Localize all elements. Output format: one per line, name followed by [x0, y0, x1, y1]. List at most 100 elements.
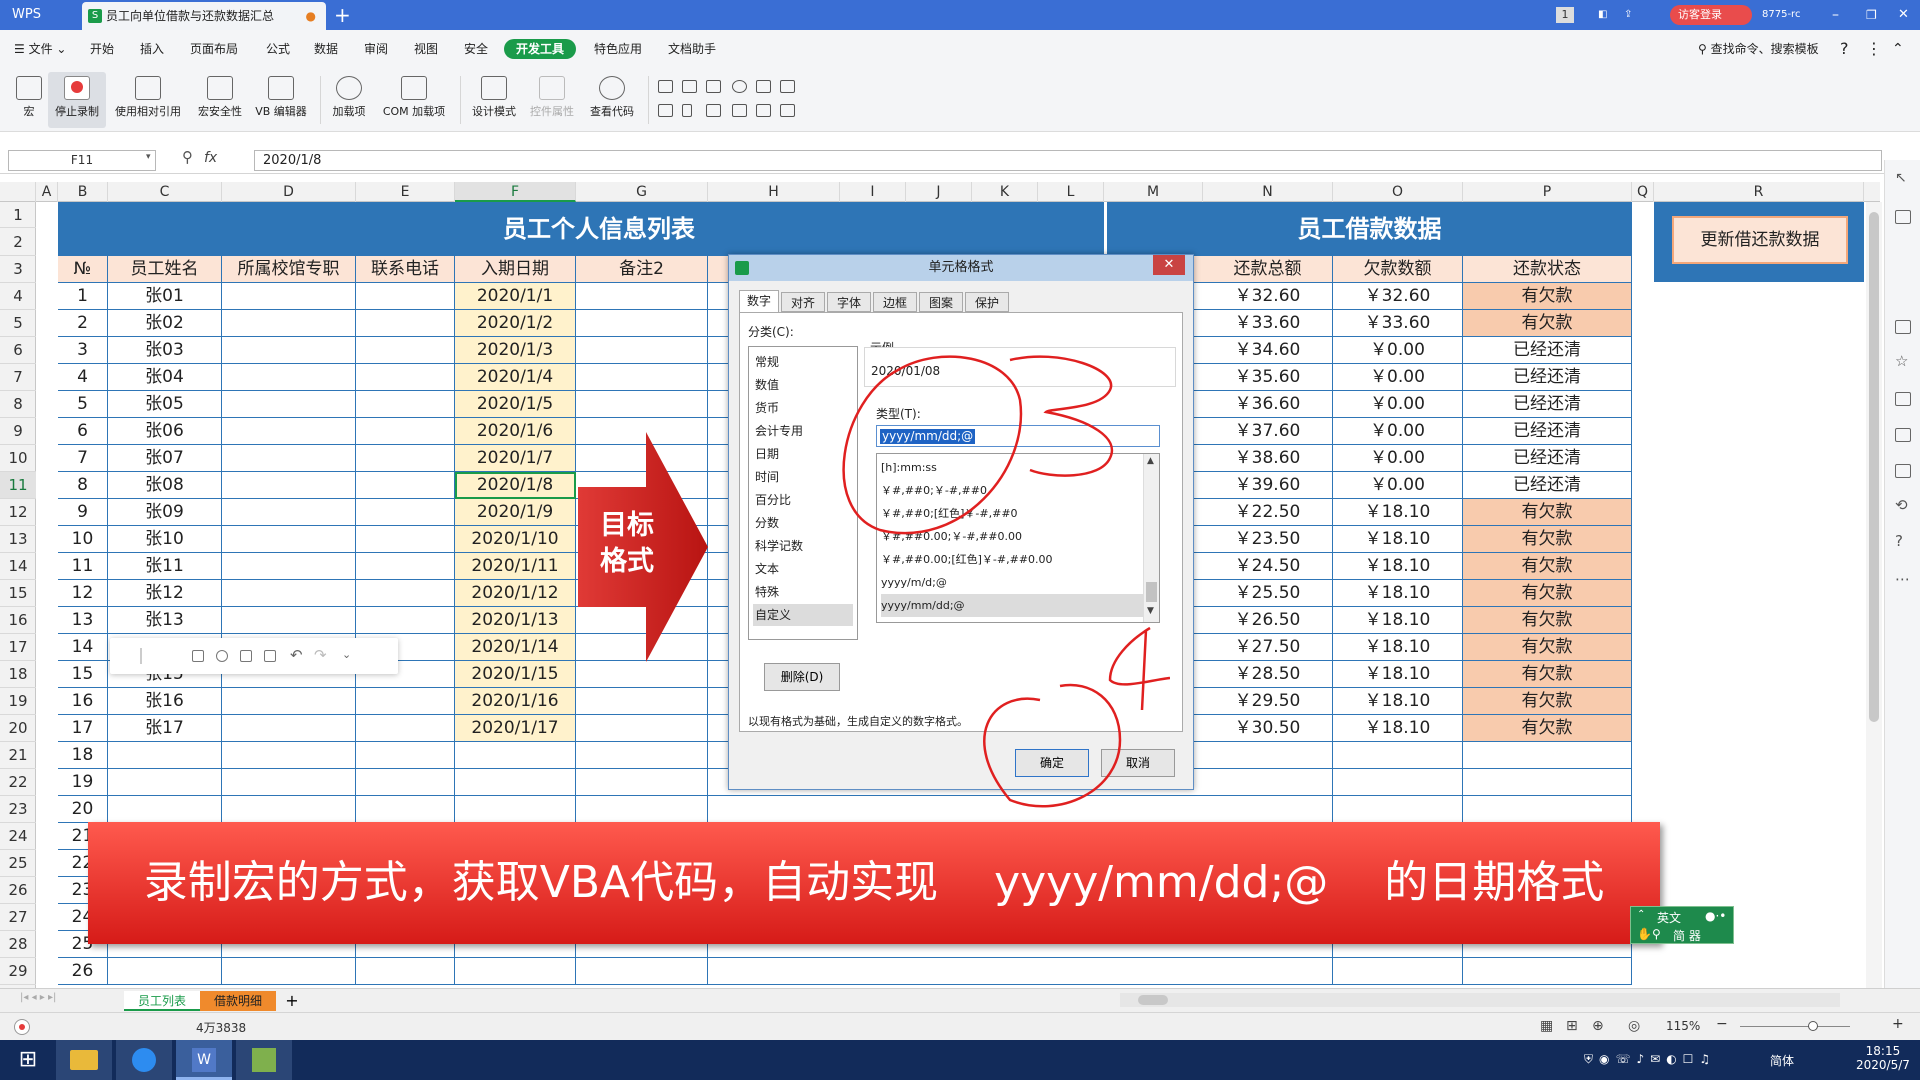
cell-empty[interactable] [1333, 742, 1463, 769]
cell-empty[interactable] [1463, 769, 1632, 796]
cell-empty[interactable] [108, 742, 222, 769]
cell-name[interactable]: 张04 [108, 364, 222, 391]
vb-editor-button[interactable]: VB 编辑器 [250, 72, 312, 128]
cell-status[interactable]: 有欠款 [1463, 526, 1632, 553]
minimize-icon[interactable]: – [1832, 0, 1839, 30]
column-title[interactable]: 欠款数额 [1333, 256, 1463, 283]
textbox-control-icon[interactable] [682, 80, 697, 93]
cell-total[interactable]: ￥23.50 [1203, 526, 1333, 553]
column-header[interactable]: O [1333, 182, 1463, 202]
cell-empty[interactable] [1463, 958, 1632, 985]
column-title[interactable]: 入期日期 [455, 256, 576, 283]
toolbar-grip[interactable] [140, 648, 142, 664]
cell-debt[interactable]: ￥0.00 [1333, 445, 1463, 472]
cell-no[interactable]: 16 [58, 688, 108, 715]
stop-recording-button[interactable]: 停止录制 [48, 72, 106, 128]
cell-empty[interactable] [222, 742, 356, 769]
taskbar-ime[interactable]: 简体 [1770, 1052, 1794, 1069]
image-side-icon[interactable] [1895, 464, 1911, 478]
horizontal-scrollbar[interactable] [1120, 993, 1840, 1007]
view-layout-icon[interactable]: ⊞ [1566, 1018, 1578, 1034]
cell-no[interactable]: 13 [58, 607, 108, 634]
formula-input[interactable]: 2020/1/8 [254, 150, 1882, 171]
column-title[interactable]: 所属校馆专职 [222, 256, 356, 283]
windows-start-icon[interactable]: ⊞ [0, 1040, 56, 1080]
login-button[interactable]: 访客登录 [1670, 5, 1752, 25]
cell-school[interactable] [222, 283, 356, 310]
cell-no[interactable]: 14 [58, 634, 108, 661]
skin-icon[interactable]: ◧ [1598, 0, 1607, 30]
row-header[interactable]: 1 [0, 202, 36, 228]
cell-empty[interactable] [1463, 742, 1632, 769]
name-box[interactable]: F11 [8, 150, 156, 171]
cell-name[interactable]: 张13 [108, 607, 222, 634]
cell-total[interactable]: ￥24.50 [1203, 553, 1333, 580]
cell-empty[interactable] [356, 958, 455, 985]
cell-note[interactable] [576, 661, 708, 688]
radio-control-icon[interactable] [732, 80, 747, 93]
tab-protection[interactable]: 保护 [965, 292, 1009, 312]
row-header[interactable]: 7 [0, 364, 36, 391]
new-tab-button[interactable]: + [334, 0, 351, 30]
menu-page-layout[interactable]: 页面布局 [190, 30, 238, 68]
cell-status[interactable]: 有欠款 [1463, 553, 1632, 580]
cell-phone[interactable] [356, 499, 455, 526]
row-header[interactable]: 15 [0, 580, 36, 607]
column-header[interactable]: B [58, 182, 108, 202]
sheet-title-employee-info[interactable]: 员工个人信息列表 [58, 202, 1140, 256]
cell-date[interactable]: 2020/1/4 [455, 364, 576, 391]
system-tray-icons[interactable]: ⛨◉☏♪✉◐☐♫ [1584, 1052, 1716, 1067]
view-code-button[interactable]: 查看代码 [584, 72, 640, 128]
addins-button[interactable]: 加载项 [328, 72, 370, 128]
row-header[interactable]: 26 [0, 877, 36, 904]
tab-border[interactable]: 边框 [873, 292, 917, 312]
column-header[interactable]: Q [1632, 182, 1654, 202]
cell-debt[interactable]: ￥0.00 [1333, 337, 1463, 364]
ime-expand-icon[interactable]: ⌃ [1637, 909, 1645, 920]
cell-school[interactable] [222, 553, 356, 580]
cell-date[interactable]: 2020/1/3 [455, 337, 576, 364]
cell-phone[interactable] [356, 688, 455, 715]
cell-debt[interactable]: ￥32.60 [1333, 283, 1463, 310]
update-loan-data-button[interactable]: 更新借还款数据 [1672, 216, 1848, 264]
column-header[interactable]: P [1463, 182, 1632, 202]
com-addins-button[interactable]: COM 加载项 [374, 72, 454, 128]
vertical-scroll-thumb[interactable] [1869, 212, 1879, 722]
scrollbar-control-icon[interactable] [682, 104, 692, 117]
row-header[interactable]: 5 [0, 310, 36, 337]
cell-school[interactable] [222, 472, 356, 499]
row-header[interactable]: 29 [0, 958, 36, 985]
row-header[interactable]: 12 [0, 499, 36, 526]
column-title[interactable]: 联系电话 [356, 256, 455, 283]
cell-phone[interactable] [356, 445, 455, 472]
cell-school[interactable] [222, 337, 356, 364]
zoom-in-icon[interactable]: + [1892, 1016, 1904, 1032]
search-command[interactable]: ⚲ 查找命令、搜索模板 [1698, 30, 1819, 68]
cell-debt[interactable]: ￥18.10 [1333, 634, 1463, 661]
ime-language[interactable]: 英文 [1657, 909, 1681, 926]
cell-note[interactable] [576, 391, 708, 418]
close-window-icon[interactable]: ✕ [1898, 0, 1909, 30]
row-header[interactable]: 17 [0, 634, 36, 661]
vertical-scrollbar[interactable] [1866, 202, 1882, 988]
cell-no[interactable]: 15 [58, 661, 108, 688]
horizontal-scroll-thumb[interactable] [1138, 995, 1168, 1005]
cell-date[interactable]: 2020/1/7 [455, 445, 576, 472]
menu-insert[interactable]: 插入 [140, 30, 164, 68]
sheet-title-loan-data[interactable]: 员工借款数据 [1104, 202, 1632, 256]
menu-security[interactable]: 安全 [464, 30, 488, 68]
cell-phone[interactable] [356, 337, 455, 364]
cell-note[interactable] [576, 337, 708, 364]
window-count-badge[interactable]: 1 [1556, 7, 1574, 23]
checkbox-control-icon[interactable] [658, 80, 673, 93]
cell-note[interactable] [576, 310, 708, 337]
cell-debt[interactable]: ￥0.00 [1333, 418, 1463, 445]
select-all-corner[interactable] [0, 182, 36, 202]
cell-no[interactable]: 19 [58, 769, 108, 796]
cell-status[interactable]: 有欠款 [1463, 283, 1632, 310]
column-header[interactable]: K [972, 182, 1038, 202]
cell-date[interactable]: 2020/1/10 [455, 526, 576, 553]
cell-name[interactable]: 张16 [108, 688, 222, 715]
column-title[interactable]: 还款总额 [1203, 256, 1333, 283]
ime-hand-icon[interactable]: ✋⚲ [1637, 927, 1661, 941]
